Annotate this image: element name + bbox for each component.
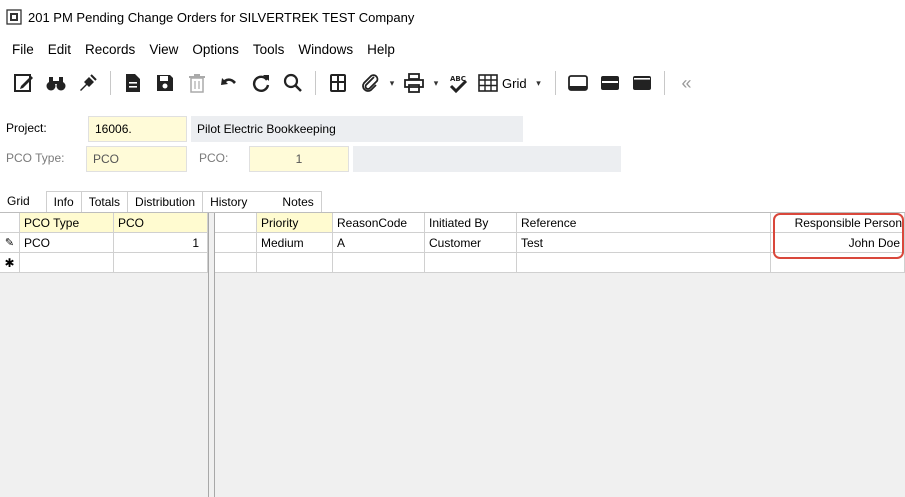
tab-totals[interactable]: Totals <box>80 191 129 212</box>
menu-records[interactable]: Records <box>79 42 143 57</box>
new-cell-reason-code[interactable] <box>333 253 425 273</box>
toolbar-separator <box>554 71 556 95</box>
new-cell-priority[interactable] <box>257 253 333 273</box>
new-cell-spacer <box>771 253 779 273</box>
app-icon <box>6 9 22 25</box>
binoculars-icon[interactable] <box>40 68 72 98</box>
project-description: Pilot Electric Bookkeeping <box>191 116 523 142</box>
cell-priority[interactable]: Medium <box>257 233 333 253</box>
col-header-initiated-by[interactable]: Initiated By <box>425 213 517 233</box>
launch-icon[interactable] <box>72 68 104 98</box>
tab-bar: Grid Info Totals Distribution History No… <box>0 189 322 212</box>
cell-reason-code[interactable]: A <box>333 233 425 253</box>
col-header-pco[interactable]: PCO <box>114 213 208 233</box>
tab-distribution[interactable]: Distribution <box>127 191 204 212</box>
project-field[interactable]: 16006. <box>88 116 187 142</box>
grid-view-label: Grid <box>502 75 527 91</box>
undo-icon[interactable] <box>213 68 245 98</box>
cell-initiated-by[interactable]: Customer <box>425 233 517 253</box>
menu-edit[interactable]: Edit <box>42 42 79 57</box>
pco-type-label: PCO Type: <box>6 151 65 165</box>
grid-view-button[interactable]: Grid ▾ <box>474 68 549 98</box>
grid-left-pane: PCO Type PCO ✎ PCO 1 ✱ <box>0 213 208 497</box>
refresh-icon[interactable] <box>245 68 277 98</box>
col-header-spacer <box>771 213 779 233</box>
cell-spacer <box>771 233 779 253</box>
toolbar-separator <box>110 71 111 95</box>
edit-row-icon: ✎ <box>0 233 20 253</box>
new-cell-blank[interactable] <box>215 253 257 273</box>
cell-pco-type[interactable]: PCO <box>20 233 114 253</box>
collapse-icon[interactable]: « <box>671 68 703 98</box>
new-cell-reference[interactable] <box>517 253 771 273</box>
window-title: 201 PM Pending Change Orders for SILVERT… <box>28 9 415 25</box>
grid-right-pane: Priority ReasonCode Initiated By Referen… <box>215 213 905 497</box>
header-indicator <box>0 213 20 233</box>
panel-top-icon[interactable] <box>626 68 658 98</box>
col-header-reference[interactable]: Reference <box>517 213 771 233</box>
edit-icon[interactable] <box>8 68 40 98</box>
panel-split-icon[interactable] <box>594 68 626 98</box>
search-icon[interactable] <box>277 68 309 98</box>
pco-description <box>353 146 621 172</box>
cell-reference[interactable]: Test <box>517 233 771 253</box>
col-header-priority[interactable]: Priority <box>257 213 333 233</box>
menu-windows[interactable]: Windows <box>292 42 361 57</box>
menu-file[interactable]: File <box>6 42 42 57</box>
new-cell-initiated-by[interactable] <box>425 253 517 273</box>
tab-notes[interactable]: Notes <box>252 191 322 212</box>
grid-dropdown-icon: ▾ <box>536 77 541 88</box>
menu-bar: File Edit Records View Options Tools Win… <box>0 38 403 60</box>
menu-options[interactable]: Options <box>186 42 247 57</box>
menu-view[interactable]: View <box>143 42 186 57</box>
pco-type-field[interactable]: PCO <box>86 146 187 172</box>
menu-tools[interactable]: Tools <box>247 42 293 57</box>
delete-icon[interactable] <box>181 68 213 98</box>
new-cell-pco[interactable] <box>114 253 208 273</box>
new-cell-pco-type[interactable] <box>20 253 114 273</box>
attachment-dropdown-icon[interactable]: ▾ <box>386 78 398 89</box>
new-cell-responsible-person[interactable] <box>779 253 905 273</box>
new-row-icon: ✱ <box>0 253 20 273</box>
col-header-pco-type[interactable]: PCO Type <box>20 213 114 233</box>
toolbar: ▾ ▾ ABC Grid ▾ « <box>0 66 905 100</box>
project-label: Project: <box>6 121 47 135</box>
calculator-icon[interactable] <box>322 68 354 98</box>
panel-bottom-icon[interactable] <box>562 68 594 98</box>
document-icon[interactable] <box>117 68 149 98</box>
print-icon[interactable] <box>398 68 430 98</box>
col-header-responsible-person[interactable]: Responsible Person <box>779 213 905 233</box>
toolbar-separator <box>663 71 665 95</box>
print-dropdown-icon[interactable]: ▾ <box>430 78 442 89</box>
grid-icon <box>478 74 498 92</box>
menu-help[interactable]: Help <box>361 42 403 57</box>
save-icon[interactable] <box>149 68 181 98</box>
col-header-reason-code[interactable]: ReasonCode <box>333 213 425 233</box>
spellcheck-icon[interactable]: ABC <box>442 68 474 98</box>
col-header-blank[interactable] <box>215 213 257 233</box>
cell-pco[interactable]: 1 <box>114 233 208 253</box>
tab-grid[interactable]: Grid <box>0 189 37 212</box>
attachment-icon[interactable] <box>354 68 386 98</box>
pco-label: PCO: <box>199 151 229 165</box>
tab-info[interactable]: Info <box>45 191 82 212</box>
cell-blank[interactable] <box>215 233 257 253</box>
grid-splitter[interactable] <box>208 213 215 497</box>
toolbar-separator <box>315 71 316 95</box>
grid-area: PCO Type PCO ✎ PCO 1 ✱ Priority ReasonCo… <box>0 212 905 497</box>
cell-responsible-person[interactable]: John Doe <box>779 233 905 253</box>
pco-field[interactable]: 1 <box>249 146 349 172</box>
title-bar: 201 PM Pending Change Orders for SILVERT… <box>0 0 905 34</box>
